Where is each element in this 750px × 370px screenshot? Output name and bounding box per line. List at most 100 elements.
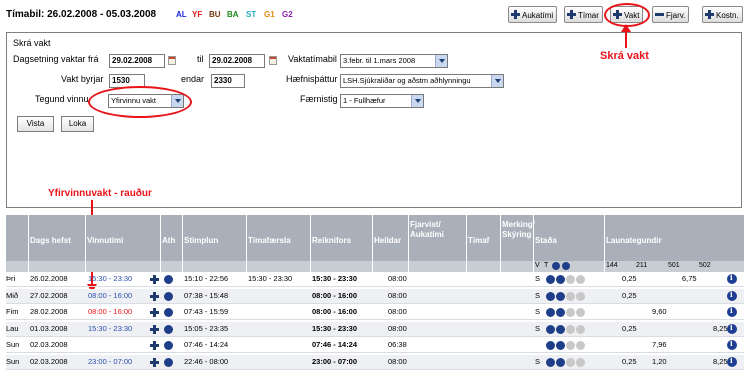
status-icon[interactable] xyxy=(566,275,575,284)
cell-stimplun: 15:05 - 23:35 xyxy=(184,323,229,333)
lt-211: 211 xyxy=(636,262,648,269)
table-row: Fim 28.02.2008 08:00 - 16:00 07:43 - 15:59 0… xyxy=(6,304,744,320)
add-icon[interactable] xyxy=(150,357,159,367)
info-icon[interactable] xyxy=(727,337,737,351)
cell-vinnutimi[interactable]: 08:00 - 16:00 xyxy=(88,289,132,303)
status-icon[interactable] xyxy=(556,308,565,317)
cell-reiknifors: 08:00 - 16:00 xyxy=(312,290,358,300)
cell-vinnutimi[interactable]: 15:30 - 23:30 xyxy=(88,272,132,286)
cell-vinnutimi[interactable]: 15:30 - 23:30 xyxy=(88,322,132,336)
status-icon[interactable] xyxy=(546,341,555,350)
note-icon[interactable] xyxy=(164,308,173,317)
vista-button[interactable]: Vista xyxy=(17,116,54,132)
cell-lt-144: 0,25 xyxy=(622,290,637,300)
loka-button[interactable]: Loka xyxy=(61,116,94,132)
faernistig-select[interactable]: 1 - Fullhæfur xyxy=(340,94,424,108)
plus-icon xyxy=(511,10,520,19)
status-icon[interactable] xyxy=(556,275,565,284)
timar-button[interactable]: Tímar xyxy=(564,6,603,23)
info-icon[interactable] xyxy=(727,288,737,302)
table-row: Lau 01.03.2008 15:30 - 23:30 15:05 - 23:35 1… xyxy=(6,321,744,337)
info-icon[interactable] xyxy=(727,354,737,368)
add-icon[interactable] xyxy=(150,291,159,301)
status-icon[interactable] xyxy=(546,324,555,334)
cell-lt-211: 7,96 xyxy=(652,340,667,349)
status-icon[interactable] xyxy=(576,341,585,350)
faernistig-value: 1 - Fullhæfur xyxy=(343,96,386,105)
fjarv-button[interactable]: Fjarv. xyxy=(652,6,690,23)
header-merking: Merking/ Skýring xyxy=(502,220,535,239)
status-icon[interactable] xyxy=(546,357,555,367)
status-icon[interactable] xyxy=(556,291,565,301)
note-icon[interactable] xyxy=(164,341,173,350)
note-icon[interactable] xyxy=(164,275,173,284)
status-icon[interactable] xyxy=(556,341,565,350)
info-icon[interactable] xyxy=(727,271,737,285)
endar-input[interactable]: 2330 xyxy=(211,74,245,88)
add-icon[interactable] xyxy=(150,275,159,284)
date-to-input[interactable]: 29.02.2008 xyxy=(209,54,265,68)
note-icon[interactable] xyxy=(164,357,173,367)
note-icon[interactable] xyxy=(164,324,173,334)
haefnisthattur-label: Hæfnisþáttur xyxy=(286,74,338,84)
cell-status-letter: S xyxy=(535,290,541,300)
status-icon[interactable] xyxy=(566,308,575,317)
status-icon[interactable] xyxy=(556,324,565,334)
plus-icon xyxy=(567,10,576,19)
status-icon[interactable] xyxy=(566,341,575,350)
cell-date: 28.02.2008 xyxy=(30,307,68,316)
header-timaf: Tímaf xyxy=(468,236,490,245)
kostn-label: Kostn. xyxy=(716,11,739,20)
cell-status-letter: S xyxy=(535,356,541,366)
status-icon[interactable] xyxy=(576,275,585,284)
haefnisthattur-select[interactable]: LSH.Sjúkraliðar og aðstm aðhlynningu xyxy=(340,74,504,88)
calendar-icon[interactable] xyxy=(269,56,277,65)
info-icon[interactable] xyxy=(727,321,737,335)
info-icon[interactable] xyxy=(727,304,737,318)
cell-vinnutimi[interactable]: 08:00 - 16:00 xyxy=(88,305,132,319)
cell-heildar: 08:00 xyxy=(388,290,407,300)
table-subheader xyxy=(6,261,744,272)
header-dags: Dags hefst xyxy=(30,236,71,245)
status-icon[interactable] xyxy=(576,357,585,367)
kostn-button[interactable]: Kostn. xyxy=(702,6,743,23)
cell-vinnutimi[interactable]: 23:00 - 07:00 xyxy=(88,355,132,369)
add-icon[interactable] xyxy=(150,324,159,334)
chevron-down-icon xyxy=(435,55,447,67)
cell-status-letter: S xyxy=(535,274,541,283)
status-icon[interactable] xyxy=(566,324,575,334)
status-icon[interactable] xyxy=(576,308,585,317)
calendar-icon[interactable] xyxy=(168,56,176,65)
cell-stimplun: 07:43 - 15:59 xyxy=(184,307,229,316)
arrow-up-icon xyxy=(621,24,631,48)
cell-date: 01.03.2008 xyxy=(30,323,68,333)
status-icon[interactable] xyxy=(546,275,555,284)
cell-stimplun: 07:46 - 14:24 xyxy=(184,340,229,349)
status-icon[interactable] xyxy=(546,291,555,301)
cell-lt-211: 1,20 xyxy=(652,356,667,366)
status-icon[interactable] xyxy=(576,324,585,334)
stada-t: T xyxy=(544,262,549,269)
cell-reiknifors: 15:30 - 23:30 xyxy=(312,323,358,333)
code-yf: YF xyxy=(192,10,203,19)
date-from-input[interactable]: 29.02.2008 xyxy=(109,54,165,68)
header-stimplun: Stimplun xyxy=(184,236,219,245)
vaktatimabil-select[interactable]: 3.febr. til 1.mars 2008 xyxy=(340,54,448,68)
cell-reiknifors: 08:00 - 16:00 xyxy=(312,307,358,316)
status-icon[interactable] xyxy=(576,291,585,301)
lt-144: 144 xyxy=(606,262,618,269)
add-icon[interactable] xyxy=(150,341,159,350)
status-icon[interactable] xyxy=(566,357,575,367)
status-icon[interactable] xyxy=(566,291,575,301)
minus-icon xyxy=(655,10,664,19)
add-icon[interactable] xyxy=(150,308,159,317)
status-icon[interactable] xyxy=(556,357,565,367)
header-timafaersla: Tímafærsla xyxy=(248,236,291,245)
haefnisthattur-value: LSH.Sjúkraliðar og aðstm aðhlynningu xyxy=(343,76,471,85)
cell-reiknifors: 07:46 - 14:24 xyxy=(312,340,358,349)
status-icon[interactable] xyxy=(546,308,555,317)
aukatimi-button[interactable]: Aukatími xyxy=(508,6,558,23)
cell-lt-501: 6,75 xyxy=(682,274,697,283)
note-icon[interactable] xyxy=(164,291,173,301)
cell-day: Mið xyxy=(6,290,19,300)
